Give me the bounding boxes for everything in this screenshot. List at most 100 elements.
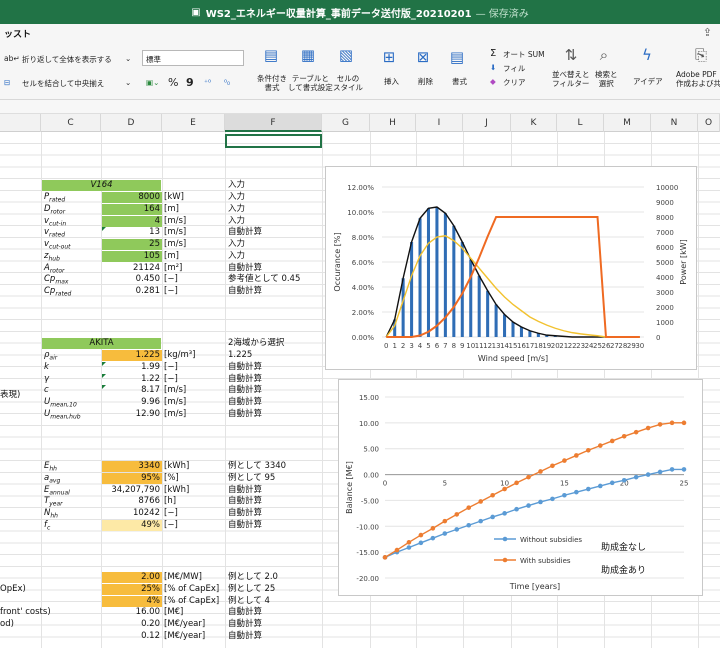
ideas-button[interactable]: アイデア [633, 76, 663, 87]
unit-cell[interactable]: [M€/year] [164, 631, 205, 642]
unit-cell[interactable]: [m/s] [164, 409, 186, 420]
value-cell[interactable]: 12.90 [102, 409, 162, 420]
note-cell[interactable]: 例として 25 [228, 584, 275, 595]
pdf-icon[interactable]: ⎘ [690, 46, 712, 64]
input-header[interactable]: 入力 [228, 180, 245, 191]
turbine-model-header[interactable]: V164 [42, 180, 161, 191]
unit-cell[interactable]: [−] [164, 374, 178, 385]
unit-cell[interactable]: [kW] [164, 192, 184, 203]
share-icon[interactable]: ⇪ [703, 26, 712, 39]
cell-style-button[interactable]: セルの スタイル [333, 74, 363, 92]
decrease-decimal-icon[interactable]: ⁰₀ [224, 78, 230, 87]
value-cell[interactable]: 13 [102, 227, 162, 238]
clear-button[interactable]: クリア [503, 77, 526, 88]
value-cell[interactable]: 34,207,790 [102, 485, 162, 496]
unit-cell[interactable]: [m/s] [164, 227, 186, 238]
column-header-K[interactable]: K [511, 114, 557, 132]
unit-cell[interactable]: [h] [164, 496, 176, 507]
value-cell[interactable]: 4 [102, 215, 162, 227]
unit-cell[interactable]: [% of CapEx] [164, 584, 219, 595]
value-cell[interactable]: 105 [102, 250, 162, 262]
delete-button[interactable]: 削除 [418, 76, 433, 87]
column-header-N[interactable]: N [651, 114, 698, 132]
sort-filter-icon[interactable]: ⇅ [556, 46, 586, 64]
merge-center-button[interactable]: セルを結合して中央揃え [22, 78, 104, 89]
column-header-B[interactable] [0, 114, 41, 132]
merge-icon[interactable]: ⊟ [4, 78, 10, 87]
fill-button[interactable]: フィル [503, 63, 525, 74]
column-header-G[interactable]: G [322, 114, 370, 132]
unit-cell[interactable]: [M€] [164, 607, 183, 618]
table-format-icon[interactable]: ▦ [295, 46, 321, 64]
note-cell[interactable]: 入力 [228, 204, 245, 215]
percent-button[interactable]: % [168, 76, 178, 89]
fill-icon[interactable]: ⬇ [490, 63, 496, 72]
note-cell[interactable]: 自動計算 [228, 607, 262, 618]
value-cell[interactable]: 16.00 [102, 607, 162, 618]
note-cell[interactable]: 自動計算 [228, 286, 262, 297]
value-cell[interactable]: 8.17 [102, 385, 162, 396]
value-cell[interactable]: 21124 [102, 263, 162, 274]
note-cell[interactable]: 例として 4 [228, 596, 270, 607]
increase-decimal-icon[interactable]: ⁺⁰ [204, 78, 211, 87]
chevron-down-icon[interactable]: ⌄ [125, 78, 131, 87]
unit-cell[interactable]: [M€/year] [164, 619, 205, 630]
value-cell[interactable]: 0.12 [102, 631, 162, 642]
value-cell[interactable]: 25 [102, 239, 162, 250]
column-header-L[interactable]: L [557, 114, 604, 132]
find-select-button[interactable]: 検索と 選択 [595, 70, 618, 88]
column-header-O[interactable]: O [698, 114, 720, 132]
unit-cell[interactable]: [m/s] [164, 239, 186, 250]
unit-cell[interactable]: [−] [164, 520, 178, 531]
value-cell[interactable]: 1.22 [102, 373, 162, 385]
note-cell[interactable]: 自動計算 [228, 508, 262, 519]
value-cell[interactable]: 10242 [102, 508, 162, 519]
note-cell[interactable]: 自動計算 [228, 397, 262, 408]
note-cell[interactable]: 例として 3340 [228, 461, 286, 472]
note-cell[interactable]: 自動計算 [228, 409, 262, 420]
delete-cells-icon[interactable]: ⊠ [410, 48, 436, 66]
value-cell[interactable]: 0.450 [102, 274, 162, 285]
unit-cell[interactable]: [% of CapEx] [164, 596, 219, 607]
insert-button[interactable]: 挿入 [384, 76, 399, 87]
note-cell[interactable]: 例として 2.0 [228, 572, 278, 583]
value-cell[interactable]: 1.225 [102, 350, 162, 361]
area-select-note[interactable]: 2海域から選択 [228, 338, 284, 349]
sum-icon[interactable]: Σ [490, 48, 496, 59]
sort-filter-button[interactable]: 並べ替えと フィルター [552, 70, 590, 88]
note-cell[interactable]: 入力 [228, 192, 245, 203]
unit-cell[interactable]: [M€/MW] [164, 572, 202, 583]
balance-chart[interactable]: -20.00 -15.00 -10.00 -5.00 0.00 5.00 10.00 15.0… [338, 379, 703, 596]
value-cell[interactable]: 95% [102, 472, 162, 484]
note-cell[interactable]: 自動計算 [228, 619, 262, 630]
value-cell[interactable]: 49% [102, 519, 162, 531]
value-cell[interactable]: 3340 [102, 461, 162, 472]
wind-distribution-chart[interactable]: 0.00% 2.00% 4.00% 6.00% 8.00% 10.00% 12.00% 0 10… [325, 166, 697, 370]
format-cells-icon[interactable]: ▤ [444, 48, 470, 66]
unit-cell[interactable]: [m/s] [164, 385, 186, 396]
column-header-C[interactable]: C [41, 114, 101, 132]
search-icon[interactable]: ⌕ [591, 46, 617, 64]
note-cell[interactable]: 参考値として 0.45 [228, 274, 300, 285]
unit-cell[interactable]: [−] [164, 286, 178, 297]
note-cell[interactable]: 入力 [228, 216, 245, 227]
column-header-M[interactable]: M [604, 114, 651, 132]
note-cell[interactable]: 自動計算 [228, 362, 262, 373]
value-cell[interactable]: 8000 [102, 192, 162, 203]
site-header[interactable]: AKITA [42, 338, 161, 349]
note-cell[interactable]: 自動計算 [228, 496, 262, 507]
value-cell[interactable]: 164 [102, 203, 162, 215]
note-cell[interactable]: 入力 [228, 239, 245, 250]
conditional-format-button[interactable]: 条件付き 書式 [257, 74, 287, 92]
note-cell[interactable]: 自動計算 [228, 263, 262, 274]
unit-cell[interactable]: [m²] [164, 263, 182, 274]
column-header-H[interactable]: H [370, 114, 416, 132]
column-header-E[interactable]: E [162, 114, 225, 132]
note-cell[interactable]: 自動計算 [228, 374, 262, 385]
cell-style-icon[interactable]: ▧ [333, 46, 359, 64]
wrap-text-button[interactable]: 折り返して全体を表示する [22, 54, 112, 65]
unit-cell[interactable]: [−] [164, 508, 178, 519]
value-cell[interactable]: 2.00 [102, 572, 162, 583]
column-header-F[interactable]: F [225, 114, 322, 132]
eraser-icon[interactable]: ◆ [490, 77, 496, 86]
